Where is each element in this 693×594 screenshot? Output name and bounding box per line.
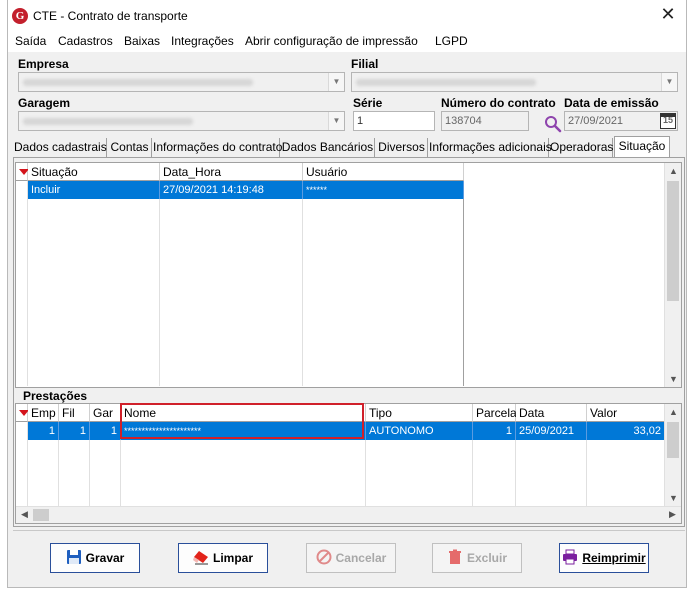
garagem-label: Garagem [18,96,71,110]
title-bar: G CTE - Contrato de transporte ✕ [8,0,686,30]
excluir-button[interactable]: Excluir [432,543,522,573]
prestacoes-horizontal-scrollbar[interactable]: ◀ ▶ [16,506,681,523]
main-window: G CTE - Contrato de transporte ✕ Saída C… [7,0,687,588]
cell-nome[interactable]: ********************** [121,422,366,440]
menu-integracoes[interactable]: Integrações [171,34,234,48]
menu-abrir-configuracao[interactable]: Abrir configuração de impressão [245,34,418,48]
excluir-label: Excluir [466,551,508,565]
column-header-parcela[interactable]: Parcela [473,404,517,422]
filial-select[interactable]: ▼ [351,72,678,92]
scroll-down-icon[interactable]: ▼ [665,374,682,384]
menu-cadastros[interactable]: Cadastros [58,34,113,48]
reimprimir-label: Reimprimir [582,551,646,565]
situacao-grid: Situação Data_Hora Usuário Incluir 27/09… [15,162,682,388]
prestacoes-title: Prestações [23,389,88,403]
gravar-button[interactable]: Gravar [50,543,140,573]
chevron-down-icon[interactable]: ▼ [328,73,344,91]
tab-dados-bancarios[interactable]: Dados Bancários [281,138,375,158]
tab-contas[interactable]: Contas [108,138,152,158]
menu-bar: Saída Cadastros Baixas Integrações Abrir… [8,30,686,52]
window-title: CTE - Contrato de transporte [33,9,188,23]
prestacoes-vertical-scrollbar[interactable]: ▲ ▼ [664,404,681,506]
cancelar-button[interactable]: Cancelar [306,543,396,573]
scroll-up-icon[interactable]: ▲ [665,407,682,417]
chevron-down-icon[interactable]: ▼ [661,73,677,91]
printer-icon [563,549,578,565]
search-icon[interactable] [544,115,562,133]
limpar-button[interactable]: Limpar [178,543,268,573]
data-emissao-label: Data de emissão [564,96,659,110]
column-header-tipo[interactable]: Tipo [366,404,473,422]
menu-saida[interactable]: Saída [15,34,46,48]
scroll-thumb[interactable] [667,422,679,458]
tab-dados-cadastrais[interactable]: Dados cadastrais [14,138,107,158]
grid-indicator-header [16,163,29,181]
chevron-down-icon[interactable]: ▼ [328,112,344,130]
menu-baixas[interactable]: Baixas [124,34,160,48]
cell-fil[interactable]: 1 [59,422,90,440]
cell-data[interactable]: 25/09/2021 [516,422,587,440]
tab-informacoes-contrato[interactable]: Informações do contrato [153,138,282,158]
grid-indicator-header [16,404,29,422]
situacao-vertical-scrollbar[interactable]: ▲ ▼ [664,163,681,387]
reimprimir-button[interactable]: Reimprimir [559,543,649,573]
scroll-thumb[interactable] [33,509,49,521]
cell-gar[interactable]: 1 [90,422,121,440]
cell-valor[interactable]: 33,02 [587,422,665,440]
gravar-label: Gravar [85,551,125,565]
calendar-icon[interactable]: 15 [660,113,676,129]
scroll-down-icon[interactable]: ▼ [665,493,682,503]
empresa-label: Empresa [18,57,69,71]
column-header-valor[interactable]: Valor [587,404,665,422]
tab-diversos[interactable]: Diversos [376,138,428,158]
column-header-data[interactable]: Data [516,404,587,422]
cell-parcela[interactable]: 1 [473,422,516,440]
situacao-panel: Situação Data_Hora Usuário Incluir 27/09… [13,157,685,527]
column-header-gar[interactable]: Gar [90,404,121,422]
cell-usuario[interactable]: ****** [303,181,464,199]
cell-tipo[interactable]: AUTONOMO [366,422,473,440]
tab-informacoes-adicionais[interactable]: Informações adicionais [429,138,552,158]
limpar-label: Limpar [212,551,253,565]
prestacoes-grid: Emp Fil Gar Nome Tipo Parcela Data Valor… [15,403,682,524]
cell-emp[interactable]: 1 [28,422,59,440]
empresa-select[interactable]: ▼ [18,72,345,92]
column-header-data-hora[interactable]: Data_Hora [160,163,303,181]
eraser-icon [192,551,208,565]
column-header-emp[interactable]: Emp [28,404,59,422]
save-icon [66,550,81,564]
cancelar-label: Cancelar [335,551,387,565]
serie-field[interactable]: 1 [353,111,435,131]
numero-contrato-label: Número do contrato [441,96,556,110]
cell-situacao[interactable]: Incluir [28,181,160,199]
app-logo-icon: G [12,8,28,24]
scroll-thumb[interactable] [667,181,679,301]
trash-icon [448,549,461,564]
tab-situacao[interactable]: Situação [614,136,670,158]
data-emissao-field[interactable]: 27/09/2021 15 [564,111,678,131]
column-header-fil[interactable]: Fil [59,404,90,422]
menu-lgpd[interactable]: LGPD [435,34,468,48]
serie-label: Série [353,96,383,110]
numero-contrato-field[interactable]: 138704 [441,111,529,131]
cell-data-hora[interactable]: 27/09/2021 14:19:48 [160,181,303,199]
footer-divider [13,530,685,531]
column-header-usuario[interactable]: Usuário [303,163,464,181]
column-header-nome[interactable]: Nome [121,404,366,422]
scroll-right-icon[interactable]: ▶ [664,509,681,520]
cancel-icon [316,549,332,565]
column-header-situacao[interactable]: Situação [28,163,160,181]
close-button[interactable]: ✕ [658,5,678,25]
scroll-up-icon[interactable]: ▲ [665,166,682,176]
tab-operadoras[interactable]: Operadoras [550,138,613,158]
scroll-left-icon[interactable]: ◀ [16,509,33,520]
data-emissao-value: 27/09/2021 [568,115,624,127]
filial-label: Filial [351,57,379,71]
garagem-select[interactable]: ▼ [18,111,345,131]
